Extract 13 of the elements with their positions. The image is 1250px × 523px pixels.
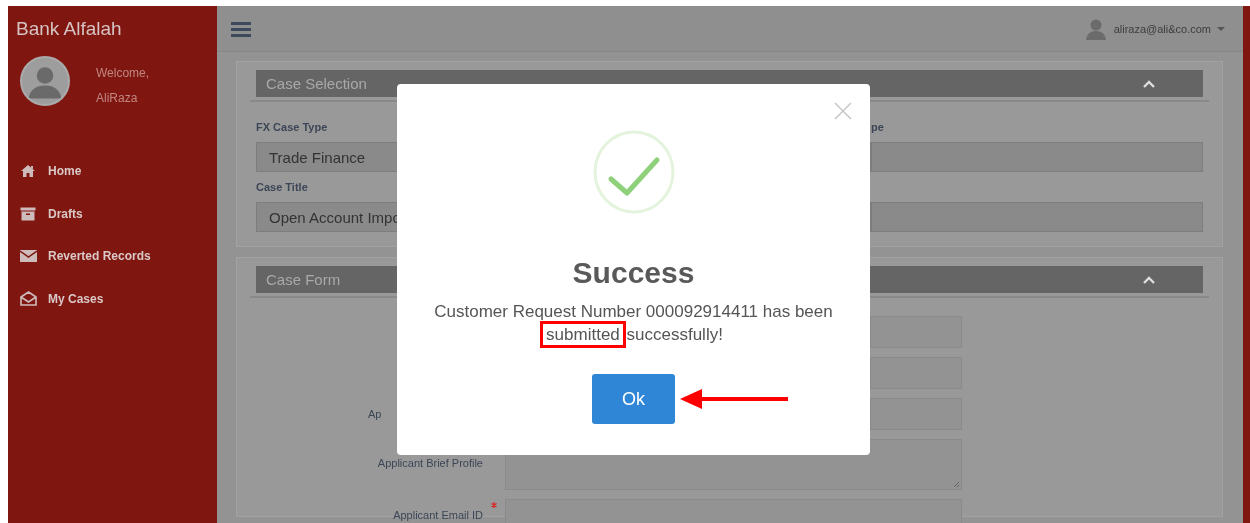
brand-name: Bank Alfalah [15,17,123,41]
dialog-title: Success [572,256,695,290]
field-label: Applicant Brief Profile [377,457,483,469]
welcome-text: Welcome, [96,66,150,82]
section-title: Case Selection [266,75,367,92]
field-label: Applicant Email ID [393,509,483,521]
success-message: Customer Request Number 000092914411 has been submitted successfully! [413,300,854,346]
field-label: pe [871,120,884,135]
field-label: Case Title [256,180,308,195]
field-label: FX Case Type [256,120,328,135]
section-title: Case Form [266,271,341,288]
user-name: AliRaza [96,91,139,107]
field-label: Ap [368,408,382,420]
